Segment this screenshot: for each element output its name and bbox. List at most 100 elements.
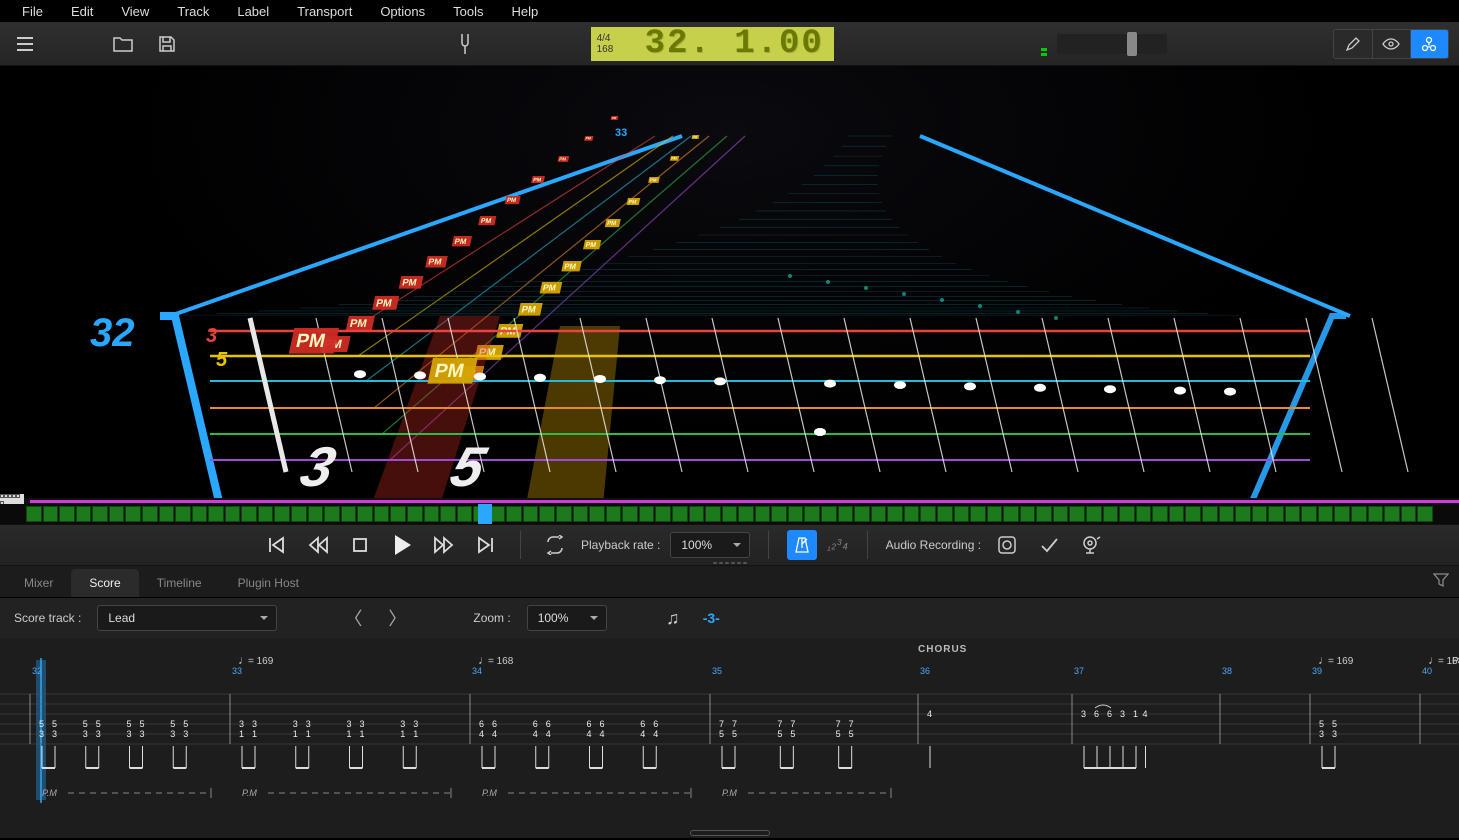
volume-slider[interactable]	[1057, 34, 1167, 54]
svg-text:PM: PM	[506, 197, 517, 204]
tablature-area[interactable]: CHORUS323334353637383940♩ = 169♩ = 168♩ …	[0, 638, 1459, 838]
skip-end-button[interactable]	[470, 529, 502, 561]
svg-text:PM: PM	[671, 157, 677, 161]
svg-text:3: 3	[183, 729, 188, 739]
svg-text:PM: PM	[585, 137, 591, 141]
fast-forward-button[interactable]	[428, 529, 460, 561]
svg-text:PM: PM	[563, 262, 577, 271]
svg-text:5: 5	[216, 349, 228, 371]
svg-text:3: 3	[294, 436, 342, 498]
svg-text:PM: PM	[294, 330, 327, 352]
svg-text:5: 5	[140, 719, 145, 729]
next-button[interactable]: 〉	[383, 604, 411, 632]
menu-view[interactable]: View	[107, 2, 163, 21]
svg-text:1: 1	[1133, 709, 1138, 719]
svg-text:5: 5	[836, 729, 841, 739]
score-track-label: Score track :	[14, 611, 81, 625]
svg-text:33: 33	[232, 666, 242, 676]
stop-button[interactable]	[344, 529, 376, 561]
svg-text:3: 3	[170, 729, 175, 739]
metronome-button[interactable]	[787, 530, 817, 560]
svg-text:4: 4	[640, 729, 645, 739]
svg-text:4: 4	[653, 729, 658, 739]
svg-text:3: 3	[1081, 709, 1086, 719]
svg-text:7: 7	[790, 719, 795, 729]
svg-text:5: 5	[1332, 719, 1337, 729]
edit-mode-button[interactable]	[1334, 30, 1372, 58]
svg-text:PM: PM	[401, 278, 418, 289]
save-icon[interactable]	[152, 29, 182, 59]
tab-mixer[interactable]: Mixer	[6, 569, 71, 597]
note-icon[interactable]: ♫	[659, 604, 687, 632]
menu-edit[interactable]: Edit	[57, 2, 107, 21]
svg-text:6: 6	[600, 719, 605, 729]
svg-text:3: 3	[347, 719, 352, 729]
preview-mode-button[interactable]	[1372, 30, 1410, 58]
svg-text:= 169: = 169	[248, 656, 274, 667]
open-folder-icon[interactable]	[108, 29, 138, 59]
svg-text:PM: PM	[520, 305, 537, 316]
svg-text:1: 1	[252, 729, 257, 739]
check-button[interactable]	[1033, 529, 1065, 561]
svg-text:4: 4	[587, 729, 592, 739]
zoom-select[interactable]: 100%	[527, 605, 607, 631]
svg-text:3: 3	[252, 719, 257, 729]
svg-text:3: 3	[96, 729, 101, 739]
resize-grip[interactable]	[690, 830, 770, 836]
svg-text:6: 6	[479, 719, 484, 729]
svg-text:PM: PM	[649, 177, 657, 182]
svg-text:= 168: = 168	[488, 656, 514, 667]
menu-label[interactable]: Label	[223, 2, 283, 21]
svg-text:5: 5	[732, 729, 737, 739]
tab-timeline[interactable]: Timeline	[139, 569, 220, 597]
svg-text:3: 3	[127, 729, 132, 739]
svg-text:1: 1	[400, 729, 405, 739]
skip-start-button[interactable]	[260, 529, 292, 561]
svg-text:38: 38	[1222, 666, 1232, 676]
3d-mode-button[interactable]	[1410, 30, 1448, 58]
main-toolbar: 4/4 168 32. 1.00	[0, 22, 1459, 66]
svg-text:1: 1	[293, 729, 298, 739]
tab-score[interactable]: Score	[71, 569, 138, 597]
menu-transport[interactable]: Transport	[283, 2, 366, 21]
svg-text:PM: PM	[542, 283, 557, 293]
tuning-fork-icon[interactable]	[450, 29, 480, 59]
menu-tools[interactable]: Tools	[439, 2, 497, 21]
prev-button[interactable]: 〈	[339, 604, 367, 632]
svg-text:6: 6	[1107, 709, 1112, 719]
svg-text:37: 37	[1074, 666, 1084, 676]
svg-text:5: 5	[849, 729, 854, 739]
menu-help[interactable]: Help	[497, 2, 552, 21]
webcam-button[interactable]	[1075, 529, 1107, 561]
filter-icon[interactable]	[1433, 572, 1449, 591]
svg-text:3: 3	[140, 729, 145, 739]
timeline-cursor[interactable]	[478, 504, 492, 524]
menu-track[interactable]: Track	[163, 2, 223, 21]
svg-text:7: 7	[836, 719, 841, 729]
svg-text:35: 35	[712, 666, 722, 676]
menu-options[interactable]: Options	[366, 2, 439, 21]
svg-text:P.M: P.M	[722, 788, 737, 798]
svg-text:4: 4	[479, 729, 484, 739]
menu-file[interactable]: File	[8, 2, 57, 21]
svg-text:P: P	[1452, 656, 1459, 667]
rewind-button[interactable]	[302, 529, 334, 561]
tab-plugin-host[interactable]: Plugin Host	[220, 569, 317, 597]
view-mode-buttons	[1333, 29, 1449, 59]
svg-text:6: 6	[653, 719, 658, 729]
playback-rate-select[interactable]: 100%	[670, 532, 750, 558]
play-button[interactable]	[386, 529, 418, 561]
hamburger-menu-icon[interactable]	[10, 29, 40, 59]
svg-text:6: 6	[492, 719, 497, 729]
svg-text:5: 5	[719, 729, 724, 739]
score-track-select[interactable]: Lead	[97, 605, 277, 631]
record-button[interactable]	[991, 529, 1023, 561]
svg-text:40: 40	[1422, 666, 1432, 676]
svg-text:4: 4	[546, 729, 551, 739]
section-blocks-timeline[interactable]	[0, 504, 1459, 524]
svg-text:5: 5	[52, 719, 57, 729]
lcd-timesig: 4/4	[597, 33, 629, 44]
loop-button[interactable]	[539, 529, 571, 561]
svg-text:5: 5	[127, 719, 132, 729]
svg-text:32: 32	[32, 666, 42, 676]
